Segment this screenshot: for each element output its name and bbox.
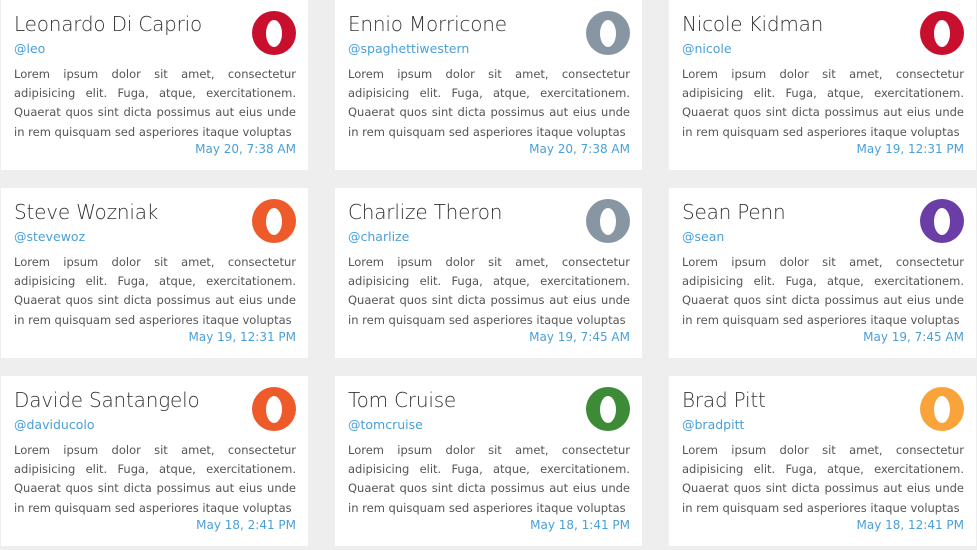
- user-card[interactable]: Tom Cruise @tomcruise Lorem ipsum dolor …: [335, 376, 642, 546]
- user-handle-link[interactable]: @charlize: [348, 229, 409, 244]
- user-name: Davide Santangelo: [14, 388, 200, 412]
- user-card[interactable]: Davide Santangelo @daviducolo Lorem ipsu…: [1, 376, 308, 546]
- avatar-icon[interactable]: [252, 11, 296, 55]
- user-handle-link[interactable]: @bradpitt: [682, 417, 744, 432]
- card-body-text: Lorem ipsum dolor sit amet, consectetur …: [348, 255, 630, 327]
- user-card[interactable]: Sean Penn @sean Lorem ipsum dolor sit am…: [669, 188, 976, 358]
- card-body-text: Lorem ipsum dolor sit amet, consectetur …: [682, 67, 964, 139]
- user-handle-link[interactable]: @leo: [14, 41, 45, 56]
- user-name: Steve Wozniak: [14, 200, 159, 224]
- avatar-icon[interactable]: [920, 11, 964, 55]
- card-timestamp: May 18, 2:41 PM: [196, 518, 296, 532]
- user-name: Nicole Kidman: [682, 12, 824, 36]
- user-card[interactable]: Steve Wozniak @stevewoz Lorem ipsum dolo…: [1, 188, 308, 358]
- user-card[interactable]: Brad Pitt @bradpitt Lorem ipsum dolor si…: [669, 376, 976, 546]
- card-timestamp: May 20, 7:38 AM: [529, 142, 630, 156]
- card-timestamp: May 18, 12:41 PM: [856, 518, 964, 532]
- user-name: Ennio Morricone: [348, 12, 507, 36]
- card-body-text: Lorem ipsum dolor sit amet, consectetur …: [348, 67, 630, 139]
- card-body-text: Lorem ipsum dolor sit amet, consectetur …: [682, 443, 964, 515]
- user-handle-link[interactable]: @daviducolo: [14, 417, 94, 432]
- card-timestamp: May 20, 7:38 AM: [195, 142, 296, 156]
- card-timestamp: May 19, 12:31 PM: [188, 330, 296, 344]
- user-name: Brad Pitt: [682, 388, 766, 412]
- avatar-icon[interactable]: [252, 199, 296, 243]
- card-timestamp: May 18, 1:41 PM: [530, 518, 630, 532]
- user-card[interactable]: Nicole Kidman @nicole Lorem ipsum dolor …: [669, 0, 976, 170]
- user-handle-link[interactable]: @nicole: [682, 41, 732, 56]
- user-name: Tom Cruise: [348, 388, 457, 412]
- avatar-icon[interactable]: [586, 199, 630, 243]
- avatar-icon[interactable]: [586, 11, 630, 55]
- card-grid: Leonardo Di Caprio @leo Lorem ipsum dolo…: [0, 0, 977, 550]
- card-body-text: Lorem ipsum dolor sit amet, consectetur …: [348, 443, 630, 515]
- avatar-icon[interactable]: [920, 199, 964, 243]
- avatar-icon[interactable]: [252, 387, 296, 431]
- card-timestamp: May 19, 7:45 AM: [529, 330, 630, 344]
- avatar-icon[interactable]: [920, 387, 964, 431]
- card-timestamp: May 19, 7:45 AM: [863, 330, 964, 344]
- user-card[interactable]: Leonardo Di Caprio @leo Lorem ipsum dolo…: [1, 0, 308, 170]
- user-card[interactable]: Ennio Morricone @spaghettiwestern Lorem …: [335, 0, 642, 170]
- card-body-text: Lorem ipsum dolor sit amet, consectetur …: [14, 255, 296, 327]
- card-body-text: Lorem ipsum dolor sit amet, consectetur …: [14, 67, 296, 139]
- user-name: Charlize Theron: [348, 200, 503, 224]
- user-handle-link[interactable]: @spaghettiwestern: [348, 41, 469, 56]
- avatar-icon[interactable]: [586, 387, 630, 431]
- user-handle-link[interactable]: @tomcruise: [348, 417, 423, 432]
- card-body-text: Lorem ipsum dolor sit amet, consectetur …: [14, 443, 296, 515]
- user-name: Leonardo Di Caprio: [14, 12, 203, 36]
- user-handle-link[interactable]: @stevewoz: [14, 229, 85, 244]
- card-timestamp: May 19, 12:31 PM: [856, 142, 964, 156]
- user-card[interactable]: Charlize Theron @charlize Lorem ipsum do…: [335, 188, 642, 358]
- card-body-text: Lorem ipsum dolor sit amet, consectetur …: [682, 255, 964, 327]
- user-name: Sean Penn: [682, 200, 786, 224]
- user-handle-link[interactable]: @sean: [682, 229, 724, 244]
